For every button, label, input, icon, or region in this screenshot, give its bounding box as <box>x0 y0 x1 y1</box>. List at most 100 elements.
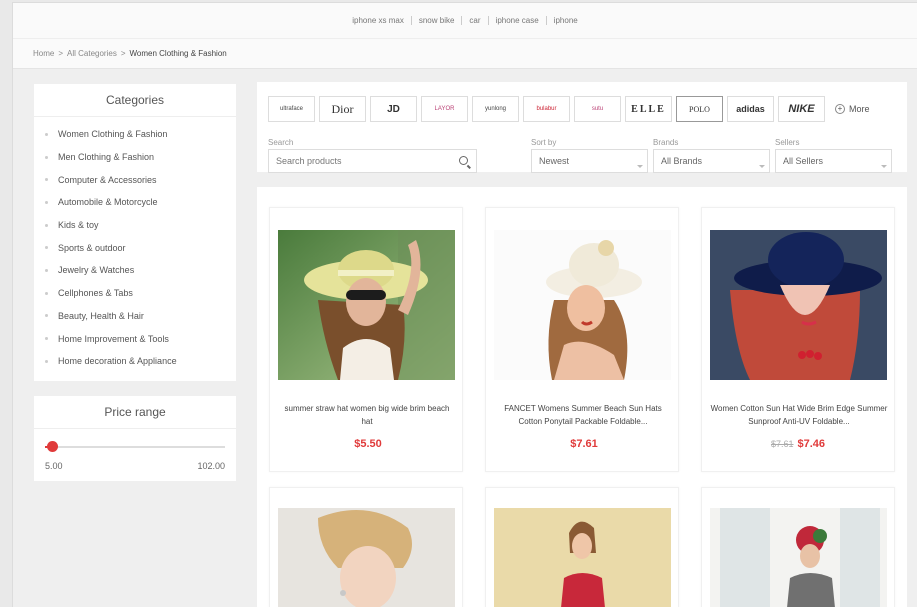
category-label: Kids & toy <box>58 220 99 231</box>
product-card[interactable]: FANCET Womens Summer Beach Sun Hats Cott… <box>485 207 679 472</box>
product-title[interactable]: FANCET Womens Summer Beach Sun Hats Cott… <box>494 402 672 428</box>
popular-keywords-bar: iphone xs max snow bike car iphone case … <box>13 3 917 39</box>
sort-label: Sort by <box>531 138 557 147</box>
brand-logo-jd[interactable]: JD <box>370 96 417 122</box>
brand-logo-layor[interactable]: LAYOR <box>421 96 468 122</box>
category-item[interactable]: Women Clothing & Fashion <box>34 123 236 146</box>
sidebar: Categories Women Clothing & Fashion Men … <box>34 84 236 496</box>
category-item[interactable]: Sports & outdoor <box>34 236 236 259</box>
category-item[interactable]: Automobile & Motorcycle <box>34 191 236 214</box>
brand-logo-polo[interactable]: POLO <box>676 96 723 122</box>
category-label: Women Clothing & Fashion <box>58 129 168 140</box>
current-price: $7.46 <box>797 438 826 450</box>
brand-logo-yunlong[interactable]: yunlong <box>472 96 519 122</box>
filter-panel: ultraface Dior JD LAYOR yunlong bulabur … <box>257 82 907 173</box>
keyword-link[interactable]: iphone <box>547 16 585 25</box>
old-price: $7.61 <box>770 439 794 449</box>
brand-logo-adidas[interactable]: adidas <box>727 96 774 122</box>
category-item[interactable]: Jewelry & Watches <box>34 259 236 282</box>
keyword-link[interactable]: snow bike <box>412 16 463 25</box>
slider-handle[interactable] <box>46 440 58 452</box>
breadcrumb-separator: > <box>58 49 64 58</box>
keyword-link[interactable]: car <box>462 16 489 25</box>
sort-value: Newest <box>539 156 570 166</box>
product-image[interactable] <box>278 230 455 380</box>
category-item[interactable]: Home decoration & Appliance <box>34 350 236 373</box>
product-card[interactable] <box>269 487 463 607</box>
category-item[interactable]: Home Improvement & Tools <box>34 327 236 350</box>
bullet-icon <box>45 132 48 136</box>
sellers-value: All Sellers <box>783 156 824 166</box>
price-range-title: Price range <box>34 396 236 429</box>
product-image[interactable] <box>710 508 887 607</box>
page-frame: iphone xs max snow bike car iphone case … <box>12 2 917 607</box>
product-title[interactable]: Women Cotton Sun Hat Wide Brim Edge Summ… <box>710 402 888 428</box>
product-card[interactable] <box>485 487 679 607</box>
product-price: $7.61 <box>486 438 678 450</box>
caret-down-icon <box>759 165 765 168</box>
keyword-link[interactable]: iphone case <box>489 16 547 25</box>
current-price: $7.61 <box>570 438 598 450</box>
price-max-value: 102.00 <box>197 460 225 471</box>
brands-value: All Brands <box>661 156 703 166</box>
brand-logo-dior[interactable]: Dior <box>319 96 366 122</box>
category-item[interactable]: Kids & toy <box>34 214 236 237</box>
category-item[interactable]: Beauty, Health & Hair <box>34 305 236 328</box>
brands-select[interactable]: All Brands <box>653 149 770 173</box>
brand-logo-sutu[interactable]: sutu <box>574 96 621 122</box>
price-min-value: 5.00 <box>45 460 63 471</box>
category-label: Home decoration & Appliance <box>58 356 177 367</box>
breadcrumb-current: Women Clothing & Fashion <box>129 49 227 58</box>
keyword-link[interactable]: iphone xs max <box>345 16 412 25</box>
search-icon[interactable] <box>459 156 468 165</box>
more-brands-button[interactable]: + More <box>835 104 870 114</box>
category-item[interactable]: Cellphones & Tabs <box>34 282 236 305</box>
more-label: More <box>849 104 870 114</box>
brand-logos-row: ultraface Dior JD LAYOR yunlong bulabur … <box>268 96 870 122</box>
slider-track[interactable] <box>45 445 225 448</box>
breadcrumb-home[interactable]: Home <box>33 49 54 58</box>
plus-icon: + <box>835 104 845 114</box>
brand-logo-nike[interactable]: NIKE <box>778 96 825 122</box>
category-label: Cellphones & Tabs <box>58 288 133 299</box>
search-input[interactable] <box>276 156 446 166</box>
category-item[interactable]: Men Clothing & Fashion <box>34 146 236 169</box>
bullet-icon <box>45 200 48 204</box>
brands-label: Brands <box>653 138 679 147</box>
categories-title: Categories <box>34 84 236 117</box>
product-price: $7.61 $7.46 <box>702 438 894 450</box>
product-card[interactable]: summer straw hat women big wide brim bea… <box>269 207 463 472</box>
bullet-icon <box>45 178 48 182</box>
brand-logo-elle[interactable]: ELLE <box>625 96 672 122</box>
bullet-icon <box>45 314 48 318</box>
bullet-icon <box>45 223 48 227</box>
price-range-panel: Price range 5.00 102.00 <box>34 395 236 481</box>
category-item[interactable]: Computer & Accessories <box>34 168 236 191</box>
sellers-select[interactable]: All Sellers <box>775 149 892 173</box>
category-label: Computer & Accessories <box>58 174 157 185</box>
breadcrumb-separator: > <box>120 49 126 58</box>
search-label: Search <box>268 138 294 147</box>
current-price: $5.50 <box>354 438 382 450</box>
product-card[interactable]: Women Cotton Sun Hat Wide Brim Edge Summ… <box>701 207 895 472</box>
product-price: $5.50 <box>270 438 462 450</box>
brand-logo-bulabur[interactable]: bulabur <box>523 96 570 122</box>
bullet-icon <box>45 337 48 341</box>
product-title[interactable]: summer straw hat women big wide brim bea… <box>278 402 456 428</box>
product-image[interactable] <box>278 508 455 607</box>
brand-logo-ultraface[interactable]: ultraface <box>268 96 315 122</box>
sellers-label: Sellers <box>775 138 800 147</box>
product-card[interactable] <box>701 487 895 607</box>
bullet-icon <box>45 268 48 272</box>
price-slider: 5.00 102.00 <box>34 429 236 481</box>
product-image[interactable] <box>494 508 671 607</box>
breadcrumb-all-categories[interactable]: All Categories <box>67 49 117 58</box>
category-label: Automobile & Motorcycle <box>58 197 158 208</box>
categories-panel: Categories Women Clothing & Fashion Men … <box>34 84 236 381</box>
product-image[interactable] <box>494 230 671 380</box>
category-label: Jewelry & Watches <box>58 265 135 276</box>
product-image[interactable] <box>710 230 887 380</box>
search-field[interactable] <box>268 149 477 173</box>
category-list: Women Clothing & Fashion Men Clothing & … <box>34 117 236 381</box>
sort-select[interactable]: Newest <box>531 149 648 173</box>
